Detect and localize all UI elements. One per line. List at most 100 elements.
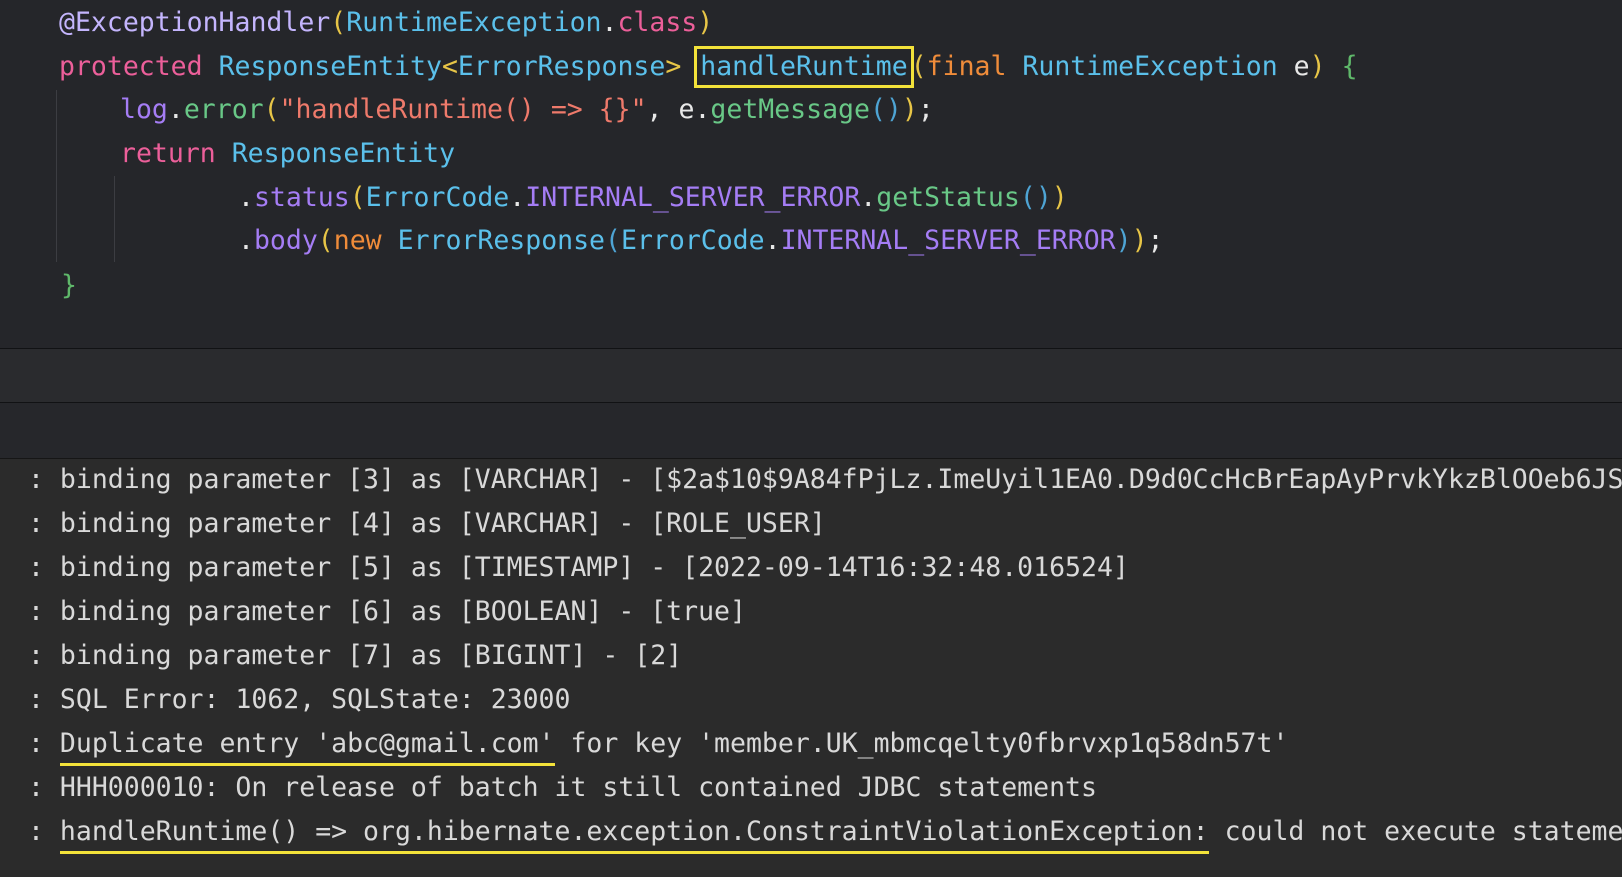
code-line-7[interactable]: } (61, 266, 77, 306)
type-token: ResponseEntity (231, 138, 456, 169)
dot-token: . (238, 225, 254, 256)
type-token: ErrorResponse (397, 225, 606, 256)
constant-token: INTERNAL_SERVER_ERROR (525, 182, 861, 213)
brace-token: { (1341, 51, 1358, 82)
highlighted-method-name[interactable]: handleRuntime (694, 46, 914, 88)
code-line-4[interactable]: return ResponseEntity (120, 134, 455, 174)
indent-guide (114, 176, 115, 262)
method-token: getStatus (876, 182, 1020, 213)
comma-token: , (646, 94, 679, 125)
param-token: e (1293, 51, 1310, 82)
log-line: : HHH000010: On release of batch it stil… (28, 767, 1097, 809)
angle-token: < (441, 51, 458, 82)
log-prefix: : (28, 596, 60, 627)
paren-token: ) (1309, 51, 1326, 82)
keyword-token: new (333, 225, 382, 256)
log-text: binding parameter [3] as [VARCHAR] - [$2… (59, 464, 1622, 495)
brace-token: } (61, 270, 77, 301)
paren-token: ) (697, 7, 714, 38)
log-text: for key 'member.UK_mbmcqelty0fbrvxp1q58d… (554, 728, 1289, 759)
indent-guide (56, 90, 57, 262)
log-text: binding parameter [4] as [VARCHAR] - [RO… (59, 508, 826, 539)
type-token: ErrorResponse (457, 51, 666, 82)
underlined-exception-text: handleRuntime() => org.hibernate.excepti… (59, 816, 1209, 854)
log-prefix: : (28, 552, 60, 583)
paren-token: ( (263, 94, 280, 125)
type-token: ErrorCode (365, 182, 510, 213)
paren-token: ) (901, 94, 918, 125)
code-editor[interactable]: @ExceptionHandler(RuntimeException.class… (0, 0, 1622, 349)
dot-token: . (860, 182, 877, 213)
log-prefix: : (28, 640, 60, 671)
code-line-2[interactable]: protected ResponseEntity<ErrorResponse> … (59, 46, 1358, 88)
panel-divider (0, 349, 1622, 403)
type-token: RuntimeException (1022, 51, 1278, 82)
code-line-5[interactable]: .status(ErrorCode.INTERNAL_SERVER_ERROR.… (238, 178, 1068, 218)
paren-token: ) (1051, 182, 1068, 213)
log-text: binding parameter [6] as [BOOLEAN] - [tr… (59, 596, 746, 627)
log-line: : binding parameter [7] as [BIGINT] - [2… (28, 635, 682, 677)
paren-token: ( (869, 94, 886, 125)
log-line: : binding parameter [3] as [VARCHAR] - [… (28, 459, 1622, 501)
log-prefix: : (28, 728, 60, 759)
constant-token: INTERNAL_SERVER_ERROR (780, 225, 1116, 256)
dot-token: . (601, 7, 618, 38)
method-token: status (253, 182, 350, 213)
annotation-token: @ExceptionHandler (59, 7, 331, 38)
paren-token: ) (1131, 225, 1148, 256)
code-line-3[interactable]: log.error("handleRuntime() => {}", e.get… (120, 90, 934, 130)
method-token: error (183, 94, 264, 125)
log-line-duplicate-entry: : Duplicate entry 'abc@gmail.com' for ke… (28, 723, 1289, 766)
dot-token: . (764, 225, 781, 256)
log-text: HHH000010: On release of batch it still … (59, 772, 1097, 803)
dot-token: . (509, 182, 526, 213)
log-text: binding parameter [7] as [BIGINT] - [2] (59, 640, 683, 671)
dot-token: . (167, 94, 184, 125)
paren-token: ( (317, 225, 334, 256)
log-line: : binding parameter [4] as [VARCHAR] - [… (28, 503, 826, 545)
paren-token: ( (1019, 182, 1036, 213)
semicolon-token: ; (917, 94, 934, 125)
string-token: "handleRuntime() => {}" (279, 94, 647, 125)
dot-token: . (238, 182, 254, 213)
dot-token: . (694, 94, 711, 125)
type-token: ResponseEntity (218, 51, 442, 82)
field-token: log (120, 94, 168, 125)
code-line-6[interactable]: .body(new ErrorResponse(ErrorCode.INTERN… (238, 221, 1164, 261)
keyword-token: protected (59, 51, 203, 82)
log-prefix: : (28, 508, 60, 539)
method-token: getMessage (710, 94, 870, 125)
underlined-error-text: Duplicate entry 'abc@gmail.com' (59, 728, 555, 766)
type-token: ErrorCode (621, 225, 765, 256)
log-line: : binding parameter [6] as [BOOLEAN] - [… (28, 591, 746, 633)
param-token: e (678, 94, 695, 125)
log-prefix: : (28, 464, 60, 495)
keyword-token: class (617, 7, 698, 38)
method-token: body (253, 225, 318, 256)
semicolon-token: ; (1147, 225, 1164, 256)
paren-token: ( (605, 225, 621, 256)
keyword-token: final (926, 51, 1007, 82)
paren-token: ( (330, 7, 347, 38)
log-text: could not execute statement (1208, 816, 1622, 847)
paren-token: ( (349, 182, 366, 213)
log-line: : SQL Error: 1062, SQLState: 23000 (28, 679, 570, 721)
console-output[interactable]: : binding parameter [3] as [VARCHAR] - [… (0, 458, 1622, 877)
log-prefix: : (28, 684, 60, 715)
code-line-1[interactable]: @ExceptionHandler(RuntimeException.class… (59, 3, 713, 43)
paren-token: ) (1115, 225, 1132, 256)
log-text: binding parameter [5] as [TIMESTAMP] - [… (59, 552, 1129, 583)
paren-token: ) (885, 94, 902, 125)
paren-token: ) (1035, 182, 1052, 213)
type-token: RuntimeException (346, 7, 602, 38)
log-line: : binding parameter [5] as [TIMESTAMP] -… (28, 547, 1129, 589)
keyword-token: return (120, 138, 216, 169)
log-line-handle-runtime: : handleRuntime() => org.hibernate.excep… (28, 811, 1622, 854)
angle-token: > (665, 51, 682, 82)
